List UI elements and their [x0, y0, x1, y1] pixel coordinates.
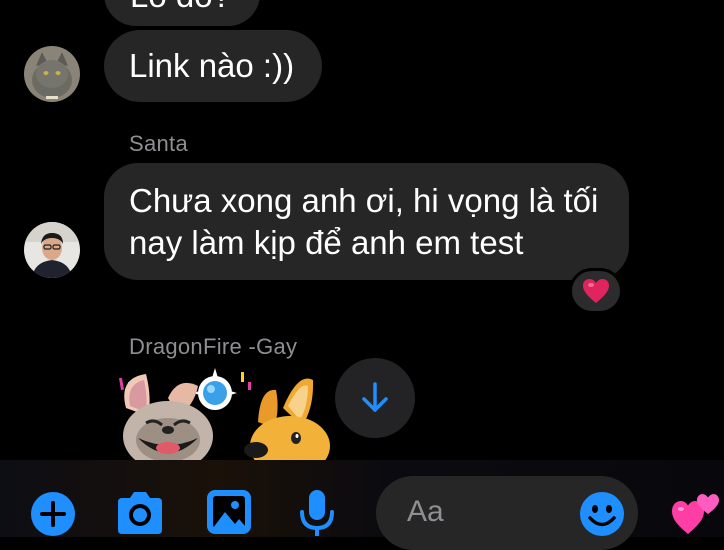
- scroll-to-bottom-button[interactable]: [335, 358, 415, 438]
- message-input-placeholder: Aa: [407, 495, 444, 528]
- message-bubble-partial[interactable]: Lò dó?: [104, 0, 260, 26]
- like-button[interactable]: [670, 490, 722, 536]
- voice-button[interactable]: [298, 488, 336, 537]
- hearts-icon: [672, 494, 719, 534]
- avatar-santa[interactable]: [24, 222, 80, 278]
- heart-icon: [583, 279, 609, 303]
- avatar-cat[interactable]: [24, 46, 80, 102]
- message-text-line: Chưa xong anh ơi, hi vọng là tối: [129, 182, 599, 219]
- image-icon: [207, 490, 251, 534]
- message-bubble[interactable]: Link nào :)): [104, 30, 322, 102]
- sticker-animals[interactable]: [108, 368, 353, 463]
- emoji-icon: [580, 492, 624, 536]
- sender-name: Santa: [129, 131, 188, 156]
- emoji-button[interactable]: [579, 491, 625, 537]
- arrow-down-icon: [362, 382, 388, 412]
- sender-name: DragonFire -Gay: [129, 334, 298, 359]
- microphone-icon: [300, 490, 334, 536]
- message-text-line: nay làm kịp để anh em test: [129, 224, 524, 261]
- camera-icon: [118, 492, 162, 534]
- message-text: Link nào :)): [129, 47, 295, 84]
- camera-button[interactable]: [114, 490, 166, 536]
- message-input[interactable]: Aa: [376, 476, 638, 550]
- reaction-badge[interactable]: [569, 268, 623, 314]
- message-text: Lò dó?: [130, 0, 231, 14]
- add-button[interactable]: [30, 491, 76, 537]
- message-bubble[interactable]: Chưa xong anh ơi, hi vọng là tối nay làm…: [104, 163, 629, 280]
- plus-icon: [31, 492, 75, 536]
- gallery-button[interactable]: [205, 488, 253, 536]
